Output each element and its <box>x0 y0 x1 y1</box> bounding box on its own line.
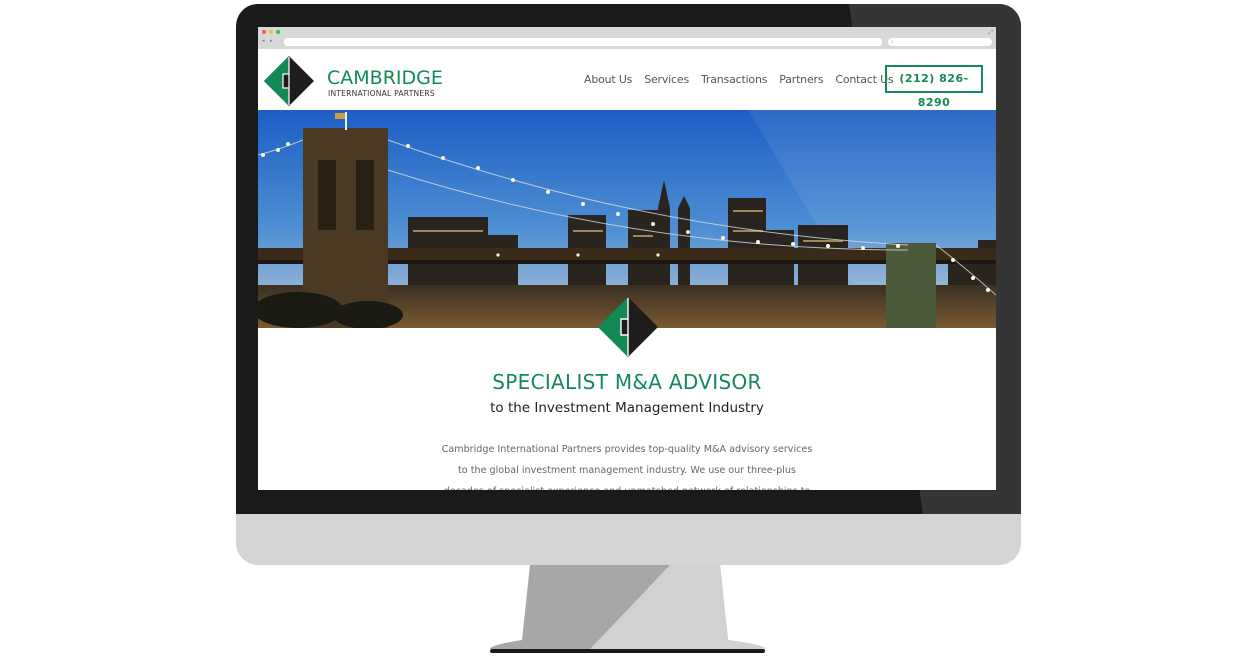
browser-back-forward-icon[interactable]: ◂ ▸ <box>262 38 275 44</box>
logo-name[interactable]: CAMBRIDGE <box>327 68 443 88</box>
site-header: CAMBRIDGE INTERNATIONAL PARTNERS About U… <box>258 49 996 110</box>
center-logo-mark-icon <box>598 297 658 357</box>
screen: ◂ ▸ · ⌕ ⤢ CAMBRIDGE INTERNATIONAL PARTNE… <box>258 27 996 490</box>
phone-button[interactable]: (212) 826-8290 <box>885 65 983 109</box>
logo-subtitle: INTERNATIONAL PARTNERS <box>328 89 435 98</box>
nav-services[interactable]: Services <box>644 73 689 86</box>
nav-partners[interactable]: Partners <box>779 73 823 86</box>
subheadline: to the Investment Management Industry <box>490 400 764 416</box>
fullscreen-icon[interactable]: ⤢ <box>988 29 993 37</box>
headline: SPECIALIST M&A ADVISOR <box>492 370 762 394</box>
main-nav: About Us Services Transactions Partners … <box>584 73 905 86</box>
monitor-chin <box>236 514 1021 565</box>
nav-about-us[interactable]: About Us <box>584 73 632 86</box>
browser-toolbar: ◂ ▸ · ⌕ ⤢ <box>258 27 996 49</box>
nav-transactions[interactable]: Transactions <box>701 73 767 86</box>
maximize-window-icon[interactable] <box>276 30 280 34</box>
hero-image <box>258 110 996 328</box>
minimize-window-icon[interactable] <box>269 30 273 34</box>
logo-mark-icon[interactable] <box>264 56 314 106</box>
close-window-icon[interactable] <box>262 30 266 34</box>
intro-paragraph: Cambridge International Partners provide… <box>441 444 813 490</box>
monitor-stand <box>490 565 765 653</box>
hero-bridge-skyline-image <box>258 110 996 328</box>
address-bar[interactable]: · <box>284 38 882 46</box>
browser-search-field[interactable]: ⌕ <box>888 38 992 46</box>
